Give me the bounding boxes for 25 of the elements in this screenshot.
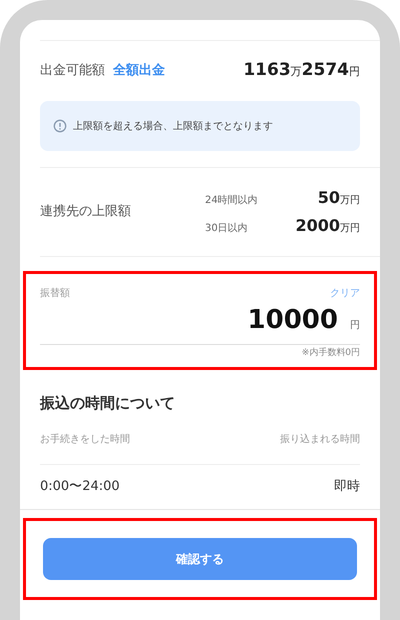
column-header: 振り込まれる時間 [280, 432, 360, 446]
column-header: お手続きをした時間 [40, 432, 130, 446]
limit-period: 24時間以内 [205, 194, 258, 208]
table-cell-text: 即時 [334, 478, 360, 496]
withdraw-all-link[interactable]: 全額出金 [113, 61, 165, 81]
fee-note: ※内手数料0円 [302, 347, 360, 360]
limit-period: 30日以内 [205, 222, 248, 236]
available-amount: 1163 [243, 59, 291, 82]
limit-amount: 2000 [295, 215, 340, 237]
limit-amount: 50 [318, 187, 340, 209]
info-icon [53, 119, 67, 133]
limit-label: 連携先の上限額 [40, 203, 131, 222]
available-label: 出金可能額 [40, 62, 105, 80]
available-amount: 円 [349, 64, 360, 80]
confirm-button[interactable]: 確認する [43, 538, 357, 580]
clear-button[interactable]: クリア [330, 286, 360, 301]
section-heading: 振込の時間について [40, 392, 176, 414]
table-cell-text: 0:00〜24:00 [40, 478, 120, 496]
available-amount: 万 [290, 64, 302, 80]
available-amount: 2574 [302, 59, 349, 82]
amount-field[interactable]: 10000 円 [40, 301, 360, 345]
limit-amount: 万円 [340, 222, 360, 236]
notice-text: 上限額を超える場合、上限額までとなります [73, 120, 273, 134]
amount-label: 振替額 [40, 286, 70, 301]
limit-amount: 万円 [340, 194, 360, 208]
